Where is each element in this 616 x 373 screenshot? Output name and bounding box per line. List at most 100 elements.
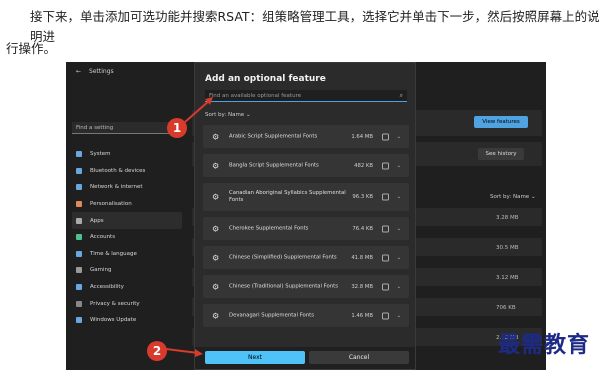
feature-checkbox[interactable] — [382, 225, 389, 232]
gear-icon: ⚙ — [212, 311, 220, 320]
nav-label: Accounts — [90, 234, 116, 241]
nav-label: Network & internet — [90, 184, 143, 191]
installed-sort[interactable]: Sort by: Name ⌄ — [490, 194, 536, 200]
dialog-title: Add an optional feature — [205, 74, 326, 84]
search-icon: ⌕ — [399, 92, 403, 99]
feature-name: Devanagari Supplemental Fonts — [229, 312, 314, 318]
feature-name: Arabic Script Supplemental Fonts — [229, 133, 318, 139]
chevron-down-icon[interactable]: ⌄ — [397, 163, 401, 169]
nav-label: Time & language — [90, 250, 137, 257]
feature-checkbox[interactable] — [382, 312, 389, 319]
step-marker-1: 1 — [167, 118, 187, 138]
step-marker-2: 2 — [147, 341, 167, 361]
nav-label: Windows Update — [90, 317, 137, 324]
feature-checkbox[interactable] — [382, 193, 389, 201]
back-arrow-icon[interactable]: ← — [76, 68, 81, 75]
bluetooth-icon — [76, 167, 82, 174]
chevron-down-icon[interactable]: ⌄ — [397, 226, 401, 232]
cancel-button[interactable]: Cancel — [309, 351, 409, 364]
installed-size: 3.12 MB — [496, 275, 519, 281]
feature-size: 76.4 KB — [352, 225, 373, 232]
chevron-down-icon[interactable]: ⌄ — [397, 194, 401, 200]
nav-item-windows-update[interactable]: Windows Update — [72, 312, 182, 329]
add-optional-feature-dialog: Add an optional feature Find an availabl… — [194, 62, 416, 370]
nav-item-network[interactable]: Network & internet — [72, 179, 182, 196]
installed-size: 30.5 MB — [496, 245, 519, 251]
window-title-text: Settings — [89, 68, 114, 75]
gear-icon: ⚙ — [212, 282, 220, 291]
nav-item-gaming[interactable]: Gaming — [72, 262, 182, 279]
settings-search-input[interactable]: Find a setting — [72, 122, 180, 134]
settings-nav: System Bluetooth & devices Network & int… — [72, 146, 182, 329]
feature-checkbox[interactable] — [382, 133, 389, 140]
list-item[interactable]: ⚙ Canadian Aboriginal Syllabics Supplemen… — [203, 183, 409, 211]
feature-checkbox[interactable] — [382, 162, 389, 169]
apps-icon — [76, 217, 82, 224]
feature-checkbox[interactable] — [382, 254, 389, 261]
feature-name: Chinese (Simplified) Supplemental Fonts — [229, 254, 337, 260]
feature-search-input[interactable]: Find an available optional feature ⌕ — [205, 90, 407, 102]
dialog-sort-label: Sort by: Name — [205, 112, 245, 118]
account-icon — [76, 234, 82, 241]
list-item[interactable]: ⚙ Bangla Script Supplemental Fonts 482 KB ⌄ — [203, 154, 409, 177]
list-item[interactable]: ⚙ Arabic Script Supplemental Fonts 1.64 MB… — [203, 125, 409, 148]
feature-list: ⚙ Arabic Script Supplemental Fonts 1.64 MB… — [203, 125, 409, 333]
feature-search-placeholder: Find an available optional feature — [209, 93, 302, 99]
list-item[interactable]: ⚙ Chinese (Traditional) Supplemental Font… — [203, 275, 409, 298]
gear-icon: ⚙ — [212, 161, 220, 170]
view-features-button[interactable]: View features — [474, 116, 528, 128]
chevron-down-icon[interactable]: ⌄ — [397, 255, 401, 261]
nav-label: Accessibility — [90, 284, 124, 291]
feature-size: 41.8 MB — [351, 254, 373, 261]
nav-label: System — [90, 151, 111, 158]
chevron-down-icon: ⌄ — [530, 194, 536, 200]
feature-checkbox[interactable] — [382, 283, 389, 290]
page: 接下来，单击添加可选功能并搜索RSAT：组策略管理工具，选择它并单击下一步，然后… — [0, 0, 616, 373]
feature-size: 1.64 MB — [351, 133, 373, 140]
dialog-sort[interactable]: Sort by: Name ⌄ — [205, 112, 251, 118]
list-item[interactable]: ⚙ Devanagari Supplemental Fonts 1.46 MB ⌄ — [203, 304, 409, 327]
feature-name: Chinese (Traditional) Supplemental Fonts — [229, 283, 338, 289]
nav-item-privacy[interactable]: Privacy & security — [72, 295, 182, 312]
feature-name: Cherokee Supplemental Fonts — [229, 225, 309, 231]
feature-size: 482 KB — [354, 162, 373, 169]
nav-item-personalisation[interactable]: Personalisation — [72, 196, 182, 213]
nav-item-system[interactable]: System — [72, 146, 182, 163]
network-icon — [76, 184, 82, 191]
dialog-footer: Next Cancel — [195, 347, 415, 369]
nav-item-accessibility[interactable]: Accessibility — [72, 279, 182, 296]
nav-item-accounts[interactable]: Accounts — [72, 229, 182, 246]
gear-icon: ⚙ — [212, 224, 220, 233]
settings-screenshot: ← Settings Find a setting System Bluetoot… — [66, 62, 546, 370]
shield-icon — [76, 300, 82, 307]
see-history-button[interactable]: See history — [478, 148, 524, 160]
nav-label: Personalisation — [90, 201, 132, 208]
gear-icon: ⚙ — [212, 253, 220, 262]
nav-label: Privacy & security — [90, 300, 140, 307]
list-item[interactable]: ⚙ Cherokee Supplemental Fonts 76.4 KB ⌄ — [203, 217, 409, 240]
feature-size: 1.46 MB — [351, 312, 373, 319]
nav-item-bluetooth[interactable]: Bluetooth & devices — [72, 163, 182, 180]
nav-label: Gaming — [90, 267, 112, 274]
watermark-logo: 最需教育 — [498, 332, 591, 358]
feature-size: 96.3 KB — [352, 194, 373, 200]
feature-name: Bangla Script Supplemental Fonts — [229, 162, 319, 168]
chevron-down-icon[interactable]: ⌄ — [397, 284, 401, 290]
chevron-down-icon[interactable]: ⌄ — [397, 313, 401, 319]
article-text-line-2: 行操作。 — [6, 41, 57, 56]
installed-size: 706 KB — [496, 305, 516, 311]
nav-item-time-language[interactable]: Time & language — [72, 246, 182, 263]
installed-size: 3.28 MB — [496, 215, 519, 221]
next-button[interactable]: Next — [205, 351, 305, 364]
chevron-down-icon: ⌄ — [245, 112, 251, 118]
nav-label: Bluetooth & devices — [90, 167, 146, 174]
window-title: ← Settings — [76, 68, 114, 75]
clock-icon — [76, 250, 82, 257]
feature-size: 32.8 MB — [351, 283, 373, 290]
installed-sort-label: Sort by: Name — [490, 194, 530, 200]
chevron-down-icon[interactable]: ⌄ — [397, 134, 401, 140]
brush-icon — [76, 201, 82, 208]
list-item[interactable]: ⚙ Chinese (Simplified) Supplemental Fonts… — [203, 246, 409, 269]
accessibility-icon — [76, 284, 82, 291]
nav-item-apps[interactable]: Apps — [72, 212, 182, 229]
